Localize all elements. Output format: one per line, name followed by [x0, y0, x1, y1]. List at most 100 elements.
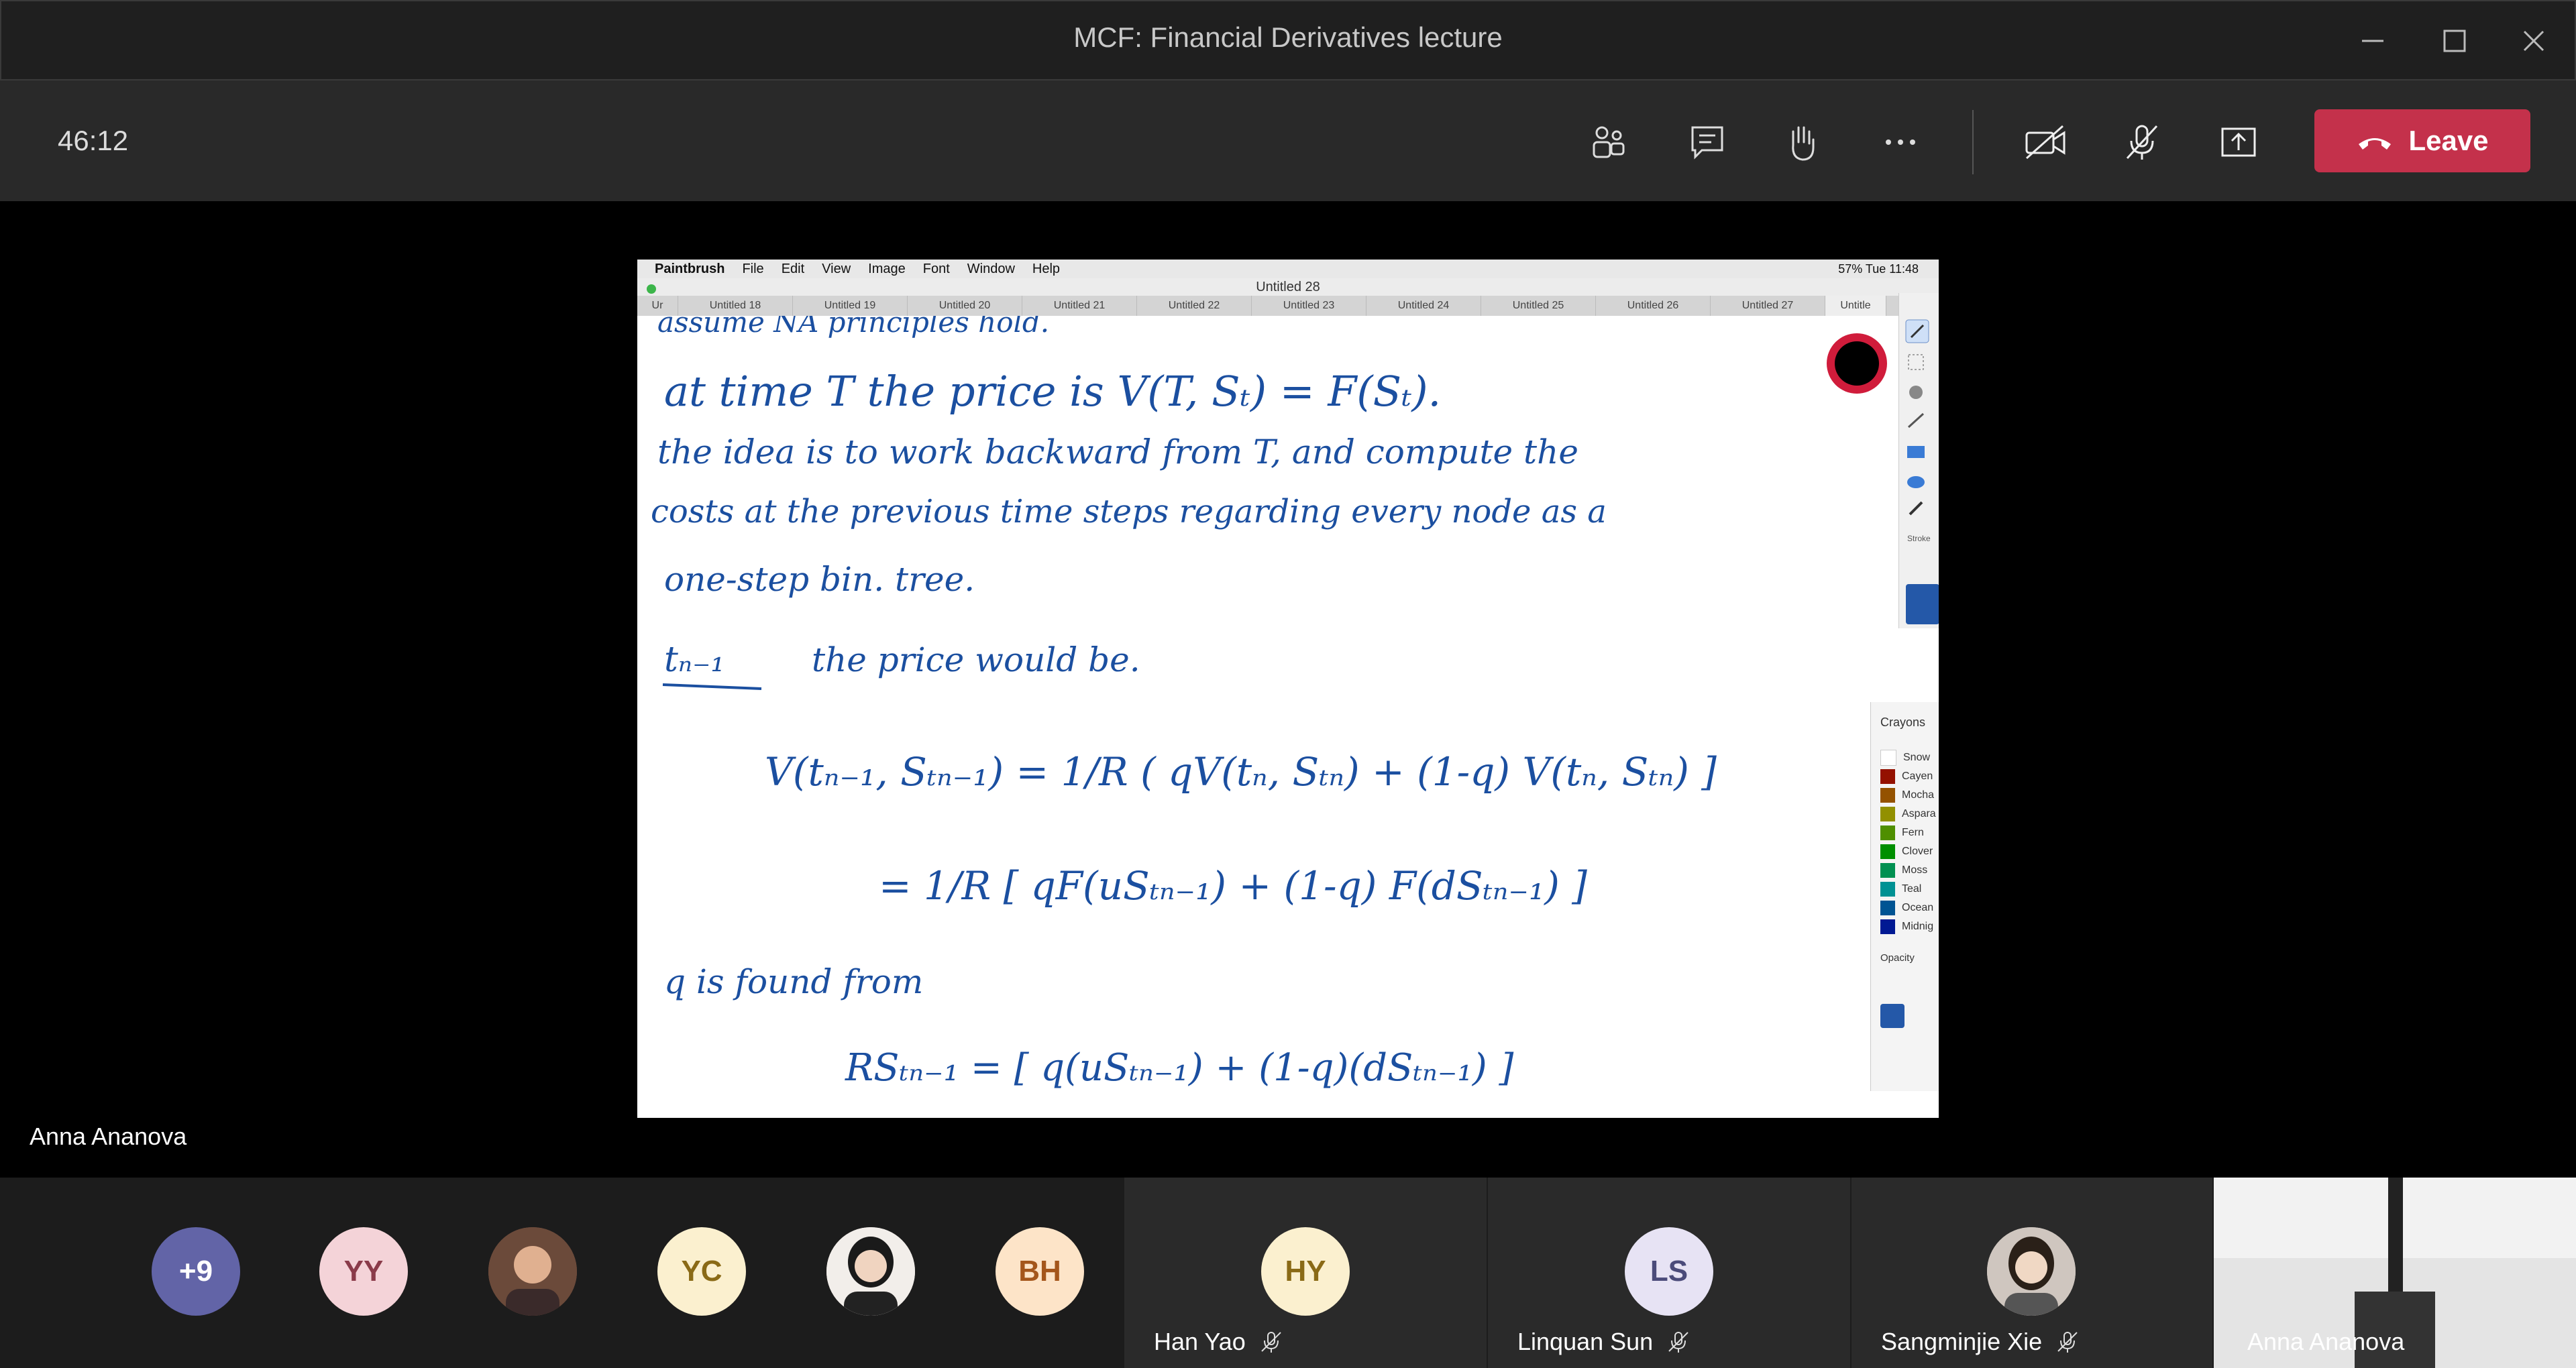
- share-screen-button[interactable]: [2208, 115, 2269, 169]
- participant-tile[interactable]: HY Han Yao: [1124, 1178, 1487, 1368]
- doc-tab[interactable]: Ur: [637, 296, 678, 316]
- document-title: Untitled 28: [637, 278, 1939, 296]
- chat-button[interactable]: [1677, 115, 1737, 169]
- avatar[interactable]: YY: [319, 1227, 408, 1316]
- crayon-item-selected[interactable]: Ocean: [1880, 899, 1939, 917]
- participant-name: Anna Ananova: [2247, 1328, 2405, 1355]
- close-icon: [2523, 30, 2544, 52]
- underline-stroke: [662, 683, 762, 690]
- self-video-tile[interactable]: Anna Ananova: [2214, 1178, 2576, 1368]
- select-icon: [1908, 354, 1924, 370]
- more-icon: [1886, 139, 1915, 145]
- avatar: LS: [1625, 1227, 1713, 1316]
- mic-off-icon: [1668, 1332, 1688, 1353]
- camera-toggle-button[interactable]: [2016, 115, 2076, 169]
- window-title-bar: MCF: Financial Derivatives lecture: [0, 0, 2576, 80]
- doc-tab[interactable]: Untitled 23: [1252, 296, 1366, 316]
- avatar-photo[interactable]: [488, 1227, 577, 1316]
- share-icon: [2221, 127, 2256, 157]
- handwriting-line-9: q is found from: [664, 962, 923, 1001]
- record-indicator: [1827, 333, 1887, 394]
- crayon-item[interactable]: Midnig: [1880, 917, 1939, 936]
- tool-icons: Stroke: [1905, 319, 1939, 624]
- participant-strip: +9 YY YC BH HY Han Yao LS Linquan Sun Sa…: [0, 1178, 2576, 1368]
- doc-tab[interactable]: Untitled 21: [1022, 296, 1137, 316]
- ellipse-icon: [1907, 476, 1925, 488]
- menu-edit[interactable]: Edit: [782, 262, 804, 277]
- crayon-item[interactable]: Aspara: [1880, 805, 1939, 823]
- leave-button[interactable]: Leave: [2314, 109, 2530, 172]
- colors-palette: Crayons Snow Cayen Mocha Aspara Fern Clo…: [1870, 702, 1939, 1091]
- rect-icon: [1907, 446, 1925, 458]
- overflow-participants-avatar[interactable]: +9: [152, 1227, 240, 1316]
- doc-tab[interactable]: Untitled 25: [1481, 296, 1596, 316]
- selected-color-swatch[interactable]: [1880, 1004, 1904, 1028]
- drawing-canvas[interactable]: assume NA principles hold. at time T the…: [637, 316, 1939, 1107]
- eyedropper-icon: [1909, 501, 1923, 516]
- close-button[interactable]: [2504, 17, 2564, 64]
- participant-name: Linquan Sun: [1517, 1328, 1654, 1355]
- doc-tab[interactable]: Untitled 19: [793, 296, 908, 316]
- crayon-item[interactable]: Fern: [1880, 823, 1939, 842]
- doc-tab[interactable]: Untitled 22: [1137, 296, 1252, 316]
- shared-screen: Paintbrush File Edit View Image Font Win…: [637, 260, 1939, 1118]
- menu-window[interactable]: Window: [967, 262, 1015, 277]
- raise-hand-button[interactable]: [1771, 115, 1831, 169]
- line-icon: [1907, 412, 1925, 429]
- menu-font[interactable]: Font: [923, 262, 950, 277]
- chat-icon: [1691, 126, 1723, 160]
- hand-icon: [1792, 126, 1815, 161]
- doc-tab-active[interactable]: Untitle: [1825, 296, 1886, 316]
- mac-menu-bar: Paintbrush File Edit View Image Font Win…: [637, 260, 1939, 278]
- participant-name: Han Yao: [1154, 1328, 1246, 1355]
- handwriting-line-6b: the price would be.: [812, 640, 1140, 679]
- window-zoom-dot[interactable]: [647, 284, 656, 294]
- menu-image[interactable]: Image: [868, 262, 906, 277]
- crayon-item[interactable]: Snow: [1880, 748, 1939, 767]
- opacity-label: Opacity: [1880, 952, 1915, 964]
- participant-tile[interactable]: LS Linquan Sun: [1488, 1178, 1850, 1368]
- avatar[interactable]: BH: [996, 1227, 1084, 1316]
- leave-label: Leave: [2408, 125, 2489, 156]
- fill-icon: [1909, 386, 1923, 399]
- participant-name: Sangminjie Xie: [1881, 1328, 2043, 1355]
- avatar[interactable]: YC: [657, 1227, 746, 1316]
- doc-tab[interactable]: Untitled 27: [1711, 296, 1825, 316]
- doc-tab[interactable]: Untitled 26: [1596, 296, 1711, 316]
- doc-tab[interactable]: Untitled 24: [1366, 296, 1481, 316]
- handwriting-line-5: one-step bin. tree.: [664, 560, 975, 599]
- people-icon: [1593, 126, 1625, 158]
- mic-off-icon: [1261, 1332, 1281, 1353]
- mic-toggle-button[interactable]: [2112, 115, 2172, 169]
- participant-tile[interactable]: Sangminjie Xie: [1851, 1178, 2212, 1368]
- handwriting-line-8: = 1/R [ qF(uSₜₙ₋₁) + (1-q) F(dSₜₙ₋₁) ]: [879, 863, 1587, 909]
- menu-file[interactable]: File: [742, 262, 763, 277]
- camera-off-icon: [2025, 125, 2065, 160]
- crayon-item[interactable]: Clover: [1880, 842, 1939, 861]
- menu-help[interactable]: Help: [1032, 262, 1060, 277]
- crayon-item[interactable]: Moss: [1880, 861, 1939, 880]
- menu-view[interactable]: View: [822, 262, 851, 277]
- presenter-name: Anna Ananova: [30, 1123, 187, 1150]
- crayon-item[interactable]: Cayen: [1880, 767, 1939, 786]
- doc-tab[interactable]: Untitled 20: [908, 296, 1022, 316]
- shared-content-stage: Paintbrush File Edit View Image Font Win…: [0, 201, 2576, 1178]
- current-color-swatch: [1906, 584, 1939, 624]
- doc-tab[interactable]: Untitled 18: [678, 296, 793, 316]
- crayons-label: Crayons: [1880, 716, 1926, 729]
- more-actions-button[interactable]: [1870, 115, 1931, 169]
- person-photo: [1987, 1227, 2076, 1316]
- handwriting-line-4: costs at the previous time steps regardi…: [651, 493, 1607, 530]
- handwriting-line-2: at time T the price is V(T, Sₜ) = F(Sₜ).: [664, 367, 1441, 416]
- avatar: HY: [1261, 1227, 1350, 1316]
- mic-off-icon: [2126, 125, 2158, 160]
- participants-button[interactable]: [1578, 115, 1639, 169]
- crayon-item[interactable]: Teal: [1880, 880, 1939, 899]
- minimize-button[interactable]: [2343, 17, 2403, 64]
- phone-hangup-icon: [2359, 138, 2392, 150]
- avatar-photo[interactable]: [826, 1227, 915, 1316]
- maximize-button[interactable]: [2424, 17, 2485, 64]
- crayon-item[interactable]: Mocha: [1880, 786, 1939, 805]
- meeting-timer: 46:12: [58, 125, 129, 156]
- menu-app[interactable]: Paintbrush: [655, 262, 724, 277]
